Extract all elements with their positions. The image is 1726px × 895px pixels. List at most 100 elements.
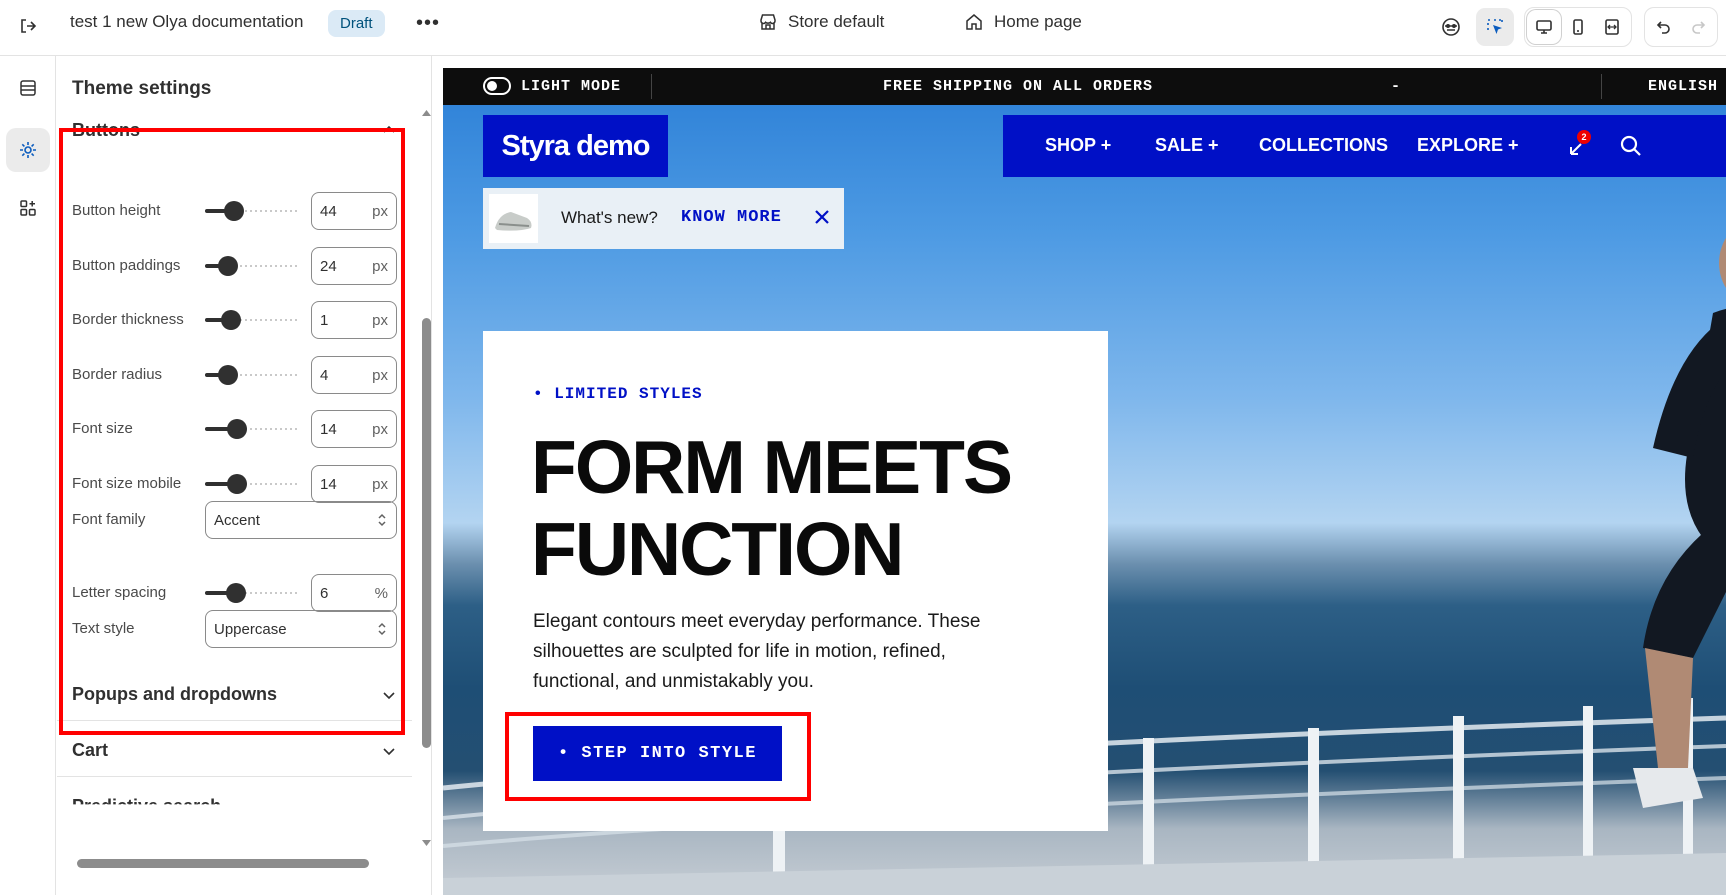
scrollbar-thumb[interactable] — [422, 318, 431, 748]
home-icon — [966, 14, 982, 30]
setting-slider[interactable] — [205, 256, 299, 276]
slider-thumb[interactable] — [218, 256, 238, 276]
store-label: Store default — [788, 12, 885, 31]
slider-thumb[interactable] — [227, 419, 247, 439]
scroll-up-icon[interactable] — [421, 108, 432, 118]
select-arrows-icon — [378, 622, 386, 636]
exit-icon[interactable] — [14, 12, 42, 40]
select-arrows-icon — [378, 513, 386, 527]
select-element-icon[interactable] — [1476, 8, 1514, 46]
panel-title: Theme settings — [72, 78, 212, 99]
section-partial-header[interactable]: Predictive search — [72, 796, 221, 804]
section-popups-header[interactable]: Popups and dropdowns — [72, 684, 277, 705]
slider-thumb[interactable] — [218, 365, 238, 385]
close-icon[interactable] — [811, 206, 833, 228]
apps-icon[interactable] — [6, 186, 50, 230]
font-family-value: Accent — [214, 511, 260, 529]
store-selector[interactable]: Store default — [758, 12, 884, 32]
redo-icon[interactable] — [1681, 10, 1715, 44]
hero-body: Elegant contours meet everyday performan… — [533, 611, 981, 692]
setting-number-input[interactable]: 14 px — [311, 410, 397, 448]
fullwidth-icon[interactable] — [1595, 10, 1629, 44]
setting-label: Button paddings — [72, 257, 181, 274]
page-selector[interactable]: Home page — [964, 12, 1082, 32]
setting-slider[interactable] — [205, 201, 299, 221]
store-icon — [760, 14, 776, 30]
theme-mode-toggle[interactable] — [483, 77, 511, 95]
nav-shop[interactable]: SHOP + — [1045, 135, 1111, 156]
input-value: 14 — [320, 475, 337, 493]
chevron-up-icon[interactable] — [381, 122, 397, 138]
hscrollbar-thumb[interactable] — [77, 859, 369, 868]
setting-label: Border thickness — [72, 311, 184, 328]
store-logo[interactable]: Styra demo — [483, 115, 668, 177]
setting-slider[interactable] — [205, 583, 299, 603]
nav-sale[interactable]: SALE + — [1155, 135, 1219, 156]
editor-rail — [0, 56, 56, 895]
theme-title: test 1 new Olya documentation — [70, 12, 304, 31]
setting-label: Font size mobile — [72, 475, 182, 492]
know-more-link[interactable]: KNOW MORE — [681, 208, 782, 227]
nav-collections[interactable]: COLLECTIONS — [1259, 135, 1388, 156]
step-into-style-button[interactable]: • STEP INTO STYLE — [533, 726, 782, 781]
search-icon[interactable] — [1617, 132, 1645, 160]
chevron-down-icon[interactable] — [381, 687, 397, 703]
nav-explore[interactable]: EXPLORE + — [1417, 135, 1519, 156]
announcement-bar: LIGHT MODE FREE SHIPPING ON ALL ORDERS -… — [443, 68, 1726, 105]
page-label: Home page — [994, 12, 1082, 31]
setting-number-input[interactable]: 14 px — [311, 465, 397, 503]
setting-slider[interactable] — [205, 419, 299, 439]
setting-number-input[interactable]: 24 px — [311, 247, 397, 285]
input-value: 6 — [320, 584, 329, 602]
section-divider — [57, 720, 412, 721]
scroll-down-icon[interactable] — [421, 838, 432, 848]
section-buttons-header[interactable]: Buttons — [72, 120, 140, 141]
setting-slider[interactable] — [205, 310, 299, 330]
announcement-dash: - — [1391, 78, 1402, 95]
slider-thumb[interactable] — [227, 474, 247, 494]
section-cart-header[interactable]: Cart — [72, 740, 108, 761]
input-value: 44 — [320, 202, 337, 220]
runner-image — [1633, 238, 1726, 808]
sections-icon[interactable] — [6, 66, 50, 110]
input-unit: px — [372, 420, 388, 438]
undo-icon[interactable] — [1647, 10, 1681, 44]
setting-label: Button height — [72, 202, 161, 219]
panel-scrollbar[interactable] — [420, 108, 432, 895]
store-preview: LIGHT MODE FREE SHIPPING ON ALL ORDERS -… — [443, 68, 1726, 895]
more-actions-button[interactable]: ••• — [414, 10, 442, 38]
panel-hscrollbar[interactable] — [61, 856, 421, 870]
theme-settings-icon[interactable] — [6, 128, 50, 172]
whats-new-banner: What's new? KNOW MORE — [483, 188, 844, 249]
mobile-icon[interactable] — [1561, 10, 1595, 44]
font-family-select[interactable]: Accent — [205, 501, 397, 539]
cart-icon[interactable]: 2 — [1563, 130, 1591, 160]
input-value: 4 — [320, 366, 329, 384]
separator — [651, 74, 652, 99]
setting-slider[interactable] — [205, 365, 299, 385]
inspector-icon[interactable] — [1432, 8, 1470, 46]
input-value: 14 — [320, 420, 337, 438]
hero-headline: FORM MEETS FUNCTION — [531, 425, 1013, 591]
hero-eyebrow: • LIMITED STYLES — [533, 385, 703, 403]
setting-label: Border radius — [72, 366, 163, 383]
separator — [1601, 74, 1602, 99]
setting-number-input[interactable]: 4 px — [311, 356, 397, 394]
whats-new-text: What's new? — [561, 208, 658, 227]
slider-thumb[interactable] — [221, 310, 241, 330]
setting-number-input[interactable]: 1 px — [311, 301, 397, 339]
desktop-icon[interactable] — [1527, 10, 1561, 44]
slider-thumb[interactable] — [224, 201, 244, 221]
input-unit: px — [372, 475, 388, 493]
history-controls — [1644, 7, 1718, 47]
product-thumbnail[interactable] — [489, 194, 538, 243]
slider-thumb[interactable] — [226, 583, 246, 603]
input-unit: px — [372, 202, 388, 220]
language-selector[interactable]: ENGLISH — [1648, 78, 1718, 95]
chevron-down-icon[interactable] — [381, 743, 397, 759]
setting-number-input[interactable]: 6% — [311, 574, 397, 612]
setting-slider[interactable] — [205, 474, 299, 494]
setting-number-input[interactable]: 44 px — [311, 192, 397, 230]
input-unit: px — [372, 311, 388, 329]
text-style-select[interactable]: Uppercase — [205, 610, 397, 648]
